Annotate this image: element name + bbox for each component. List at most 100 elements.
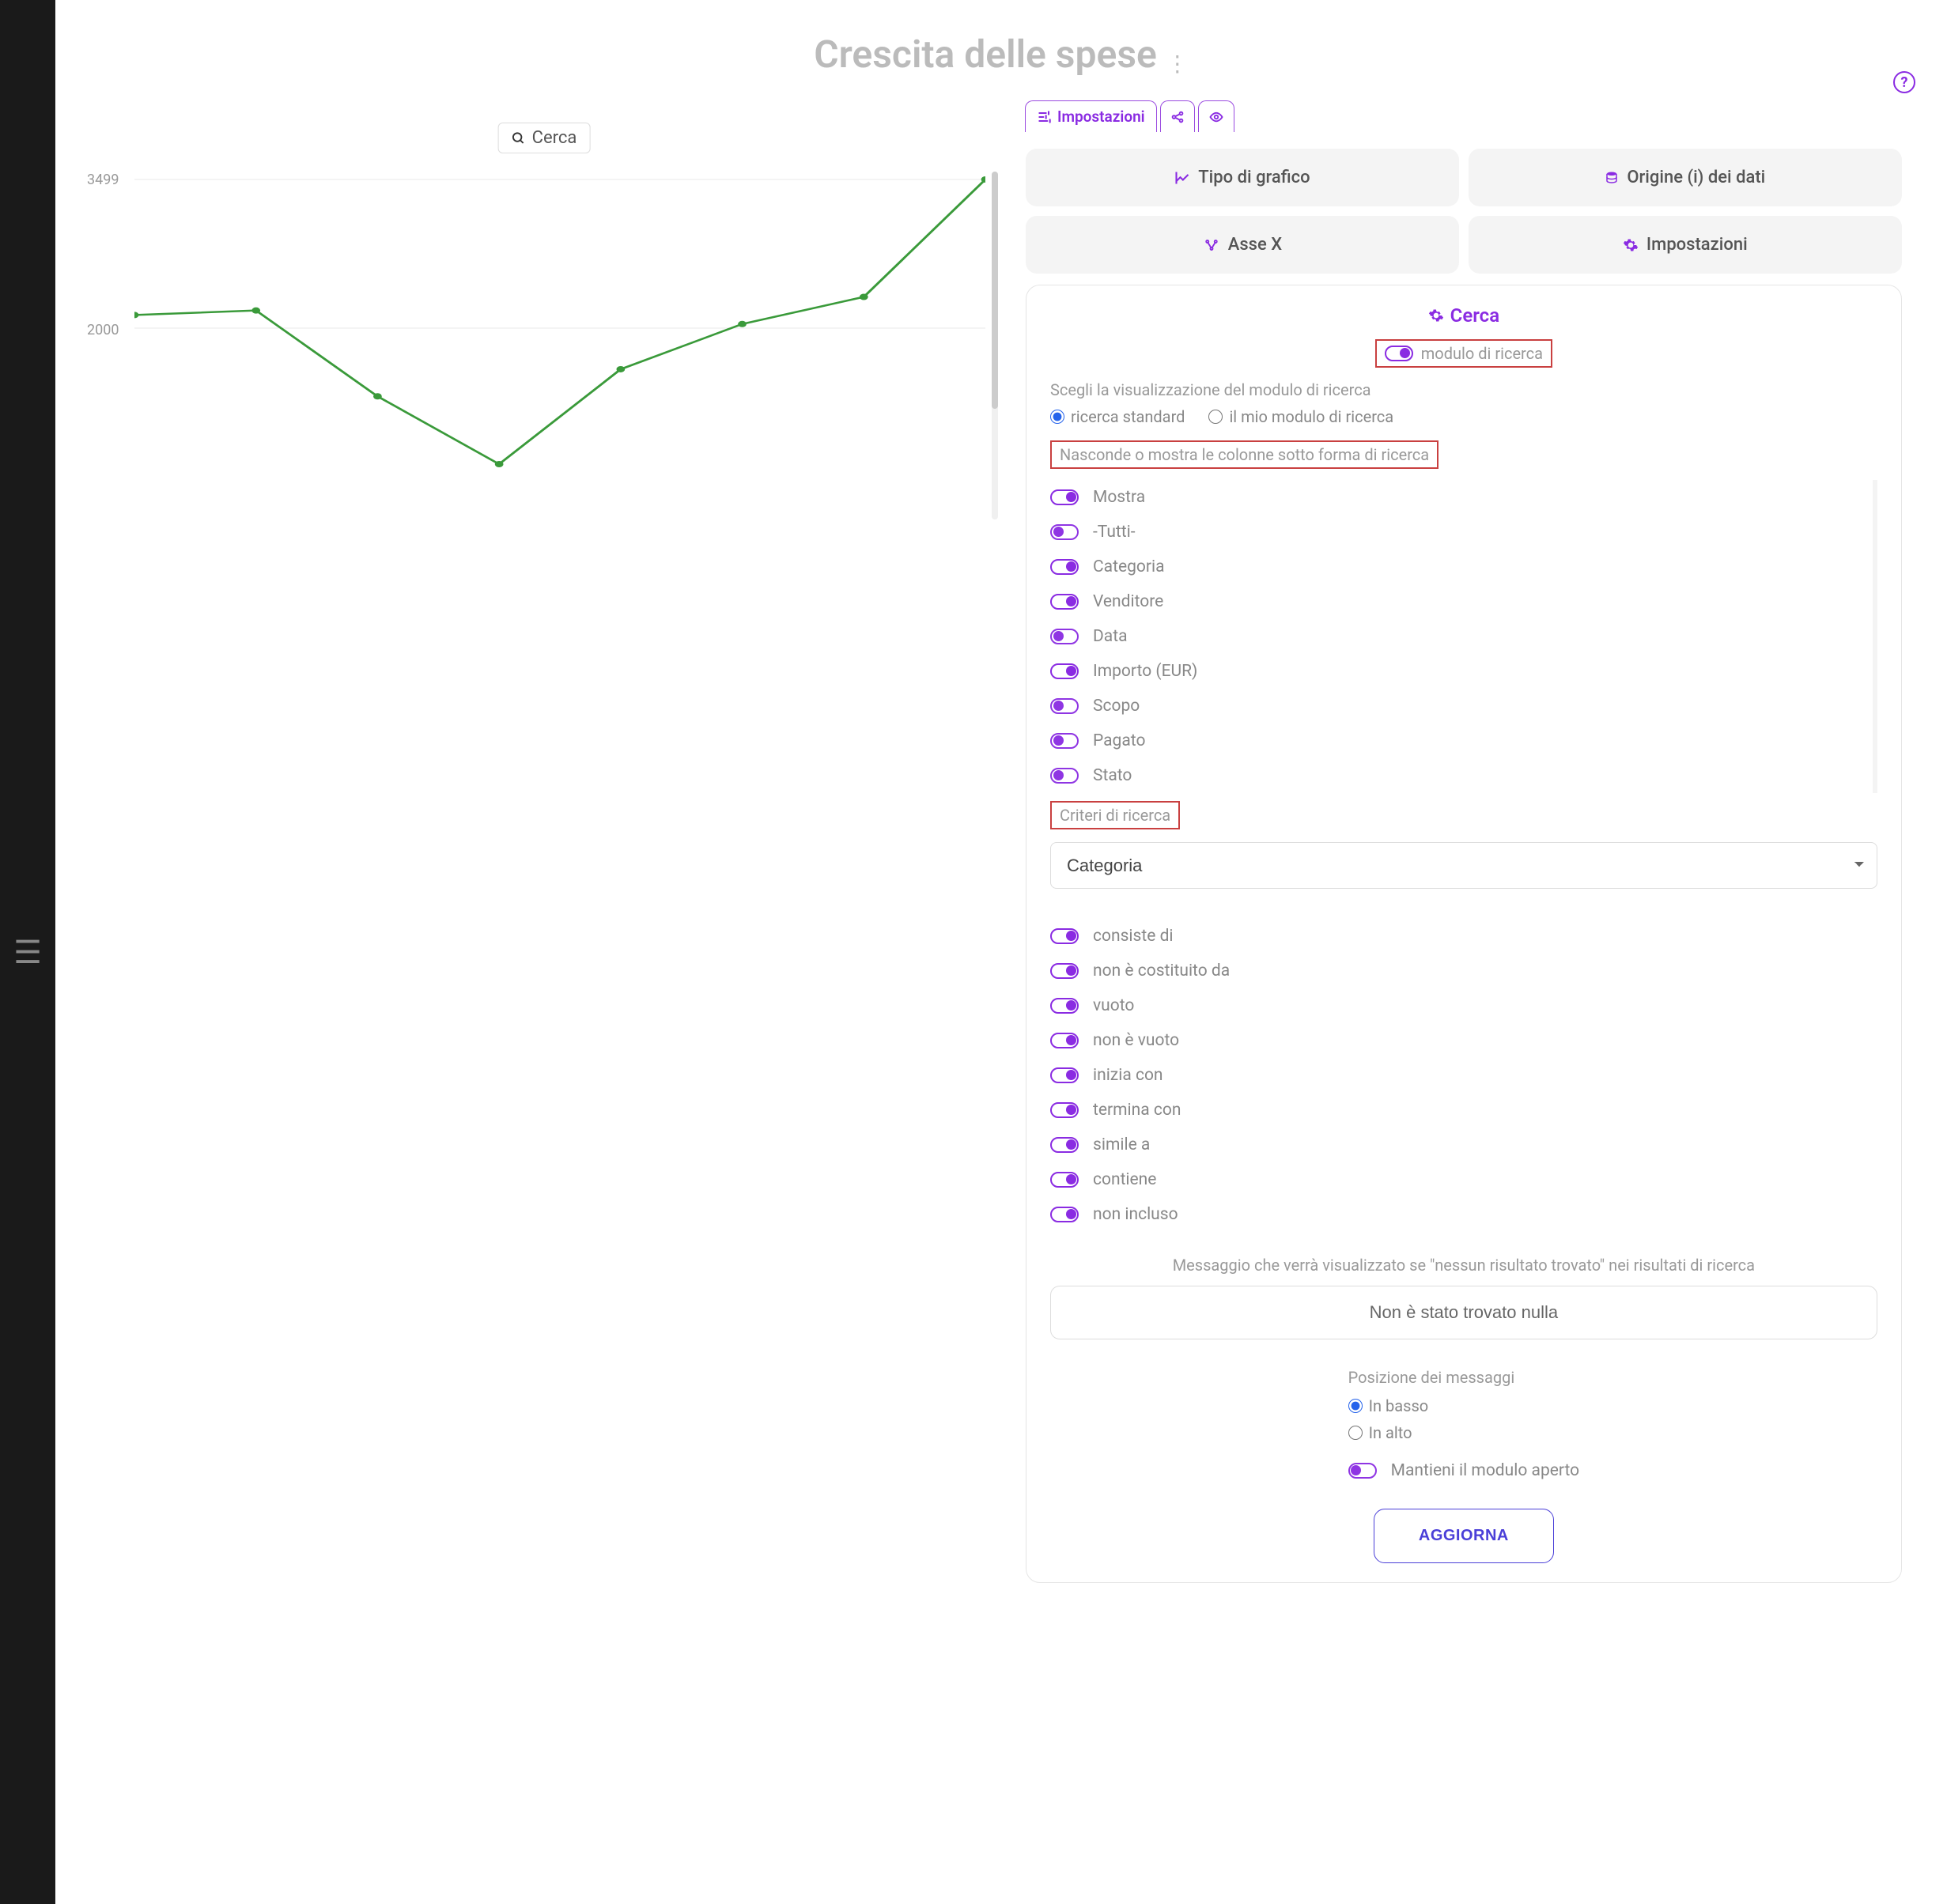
chart-icon <box>1174 170 1190 186</box>
radio-standard-search[interactable]: ricerca standard <box>1050 407 1185 426</box>
choose-view-label: Scegli la visualizzazione del modulo di … <box>1050 380 1877 399</box>
toggle-label: simile a <box>1093 1135 1150 1154</box>
btn-x-axis[interactable]: Asse X <box>1026 216 1459 274</box>
keep-open-label: Mantieni il modulo aperto <box>1391 1461 1580 1480</box>
columns-list: Mostra -Tutti- Categoria Venditore Data Impor… <box>1050 480 1877 793</box>
toggle[interactable] <box>1050 1102 1079 1118</box>
toggle-row: inizia con <box>1050 1058 1877 1093</box>
criteria-select[interactable]: Categoria <box>1050 842 1877 889</box>
left-sidebar: ☰ <box>0 0 55 1904</box>
toggle[interactable] <box>1050 998 1079 1014</box>
chart-search-button[interactable]: Cerca <box>498 123 591 153</box>
help-icon[interactable]: ? <box>1893 71 1915 93</box>
tab-settings-label: Impostazioni <box>1057 108 1145 126</box>
toggle-label: Data <box>1093 627 1128 646</box>
list-scrollbar[interactable] <box>1873 480 1877 793</box>
btn-settings[interactable]: Impostazioni <box>1469 216 1902 274</box>
toggle[interactable] <box>1050 489 1079 505</box>
toggle[interactable] <box>1050 663 1079 679</box>
update-button[interactable]: AGGIORNA <box>1374 1509 1554 1563</box>
btn-chart-type-label: Tipo di grafico <box>1198 168 1310 187</box>
radio-standard-label: ricerca standard <box>1071 407 1185 426</box>
position-label: Posizione dei messaggi <box>1348 1368 1580 1387</box>
toggle-row: Categoria <box>1050 550 1877 584</box>
toggle-label: non incluso <box>1093 1205 1178 1224</box>
criteria-list: consiste di non è costituito da vuoto non è… <box>1050 919 1877 1232</box>
toggle-label: Importo (EUR) <box>1093 662 1197 681</box>
btn-chart-type[interactable]: Tipo di grafico <box>1026 149 1459 206</box>
btn-settings-label: Impostazioni <box>1646 235 1748 255</box>
criteria-highlight: Criteri di ricerca <box>1050 801 1180 829</box>
menu-icon[interactable]: ☰ <box>13 934 42 971</box>
toggle-label: inizia con <box>1093 1066 1163 1085</box>
toggle-row: vuoto <box>1050 988 1877 1023</box>
toggle-label: non è costituito da <box>1093 961 1230 980</box>
radio-standard-input[interactable] <box>1050 410 1064 424</box>
sliders-icon <box>1037 109 1053 125</box>
toggle-row: simile a <box>1050 1128 1877 1162</box>
radio-pos-bottom[interactable]: In basso <box>1348 1396 1580 1415</box>
chart-scrollbar[interactable] <box>992 172 998 519</box>
toggle-label: non è vuoto <box>1093 1031 1179 1050</box>
toggle-row: Mostra <box>1050 480 1877 515</box>
criteria-label: Criteri di ricerca <box>1060 806 1170 825</box>
radio-custom-search[interactable]: il mio modulo di ricerca <box>1208 407 1393 426</box>
toggle[interactable] <box>1050 963 1079 979</box>
toggle[interactable] <box>1050 629 1079 644</box>
page-title: Crescita delle spese <box>814 32 1157 77</box>
gear-icon <box>1623 237 1639 253</box>
radio-pos-top-label: In alto <box>1369 1423 1412 1442</box>
drag-handle-icon[interactable]: ⋮ <box>1166 51 1189 77</box>
toggle[interactable] <box>1050 928 1079 944</box>
toggle-label: Pagato <box>1093 731 1145 750</box>
toggle[interactable] <box>1050 524 1079 540</box>
y-tick-2000: 2000 <box>87 322 119 338</box>
eye-icon <box>1208 110 1224 124</box>
radio-pos-bottom-input[interactable] <box>1348 1399 1363 1413</box>
tab-share[interactable] <box>1160 100 1195 132</box>
btn-x-axis-label: Asse X <box>1228 235 1282 255</box>
chart-search-label: Cerca <box>532 128 577 148</box>
toggle[interactable] <box>1050 1067 1079 1083</box>
toggle-label: Categoria <box>1093 557 1165 576</box>
toggle-label: contiene <box>1093 1170 1156 1189</box>
toggle[interactable] <box>1050 1172 1079 1188</box>
no-result-msg-input[interactable] <box>1050 1286 1877 1339</box>
toggle-row: non è vuoto <box>1050 1023 1877 1058</box>
toggle-search-module[interactable] <box>1385 346 1413 361</box>
toggle-row: termina con <box>1050 1093 1877 1128</box>
toggle[interactable] <box>1050 1033 1079 1048</box>
search-settings-card: Cerca modulo di ricerca Scegli la visual… <box>1026 285 1902 1583</box>
toggle-row: Scopo <box>1050 689 1877 723</box>
toggle-label: Mostra <box>1093 488 1145 507</box>
radio-custom-input[interactable] <box>1208 410 1223 424</box>
toggle[interactable] <box>1050 594 1079 610</box>
share-icon <box>1170 110 1185 124</box>
toggle[interactable] <box>1050 559 1079 575</box>
tab-settings[interactable]: Impostazioni <box>1025 100 1157 132</box>
radio-pos-top-input[interactable] <box>1348 1426 1363 1440</box>
radio-custom-label: il mio modulo di ricerca <box>1229 407 1393 426</box>
toggle-label: termina con <box>1093 1101 1181 1120</box>
toggle[interactable] <box>1050 1207 1079 1222</box>
toggle[interactable] <box>1050 1137 1079 1153</box>
toggle-keep-open[interactable] <box>1348 1463 1377 1479</box>
toggle-label: -Tutti- <box>1093 523 1136 542</box>
hide-show-highlight: Nasconde o mostra le colonne sotto forma… <box>1050 440 1439 469</box>
toggle-row: consiste di <box>1050 919 1877 954</box>
toggle-label: Scopo <box>1093 697 1140 716</box>
no-result-msg-label: Messaggio che verrà visualizzato se "nes… <box>1050 1256 1877 1275</box>
toggle-row: Venditore <box>1050 584 1877 619</box>
gear-icon <box>1428 308 1444 323</box>
btn-data-source[interactable]: Origine (i) dei dati <box>1469 149 1902 206</box>
radio-pos-top[interactable]: In alto <box>1348 1423 1580 1442</box>
toggle-label: consiste di <box>1093 927 1174 946</box>
module-toggle-highlight: modulo di ricerca <box>1375 339 1552 368</box>
toggle[interactable] <box>1050 733 1079 749</box>
toggle[interactable] <box>1050 768 1079 784</box>
module-toggle-label: modulo di ricerca <box>1421 344 1543 363</box>
tab-visibility[interactable] <box>1198 100 1234 132</box>
toggle[interactable] <box>1050 698 1079 714</box>
toggle-label: Stato <box>1093 766 1132 785</box>
hide-show-label: Nasconde o mostra le colonne sotto forma… <box>1060 445 1429 464</box>
